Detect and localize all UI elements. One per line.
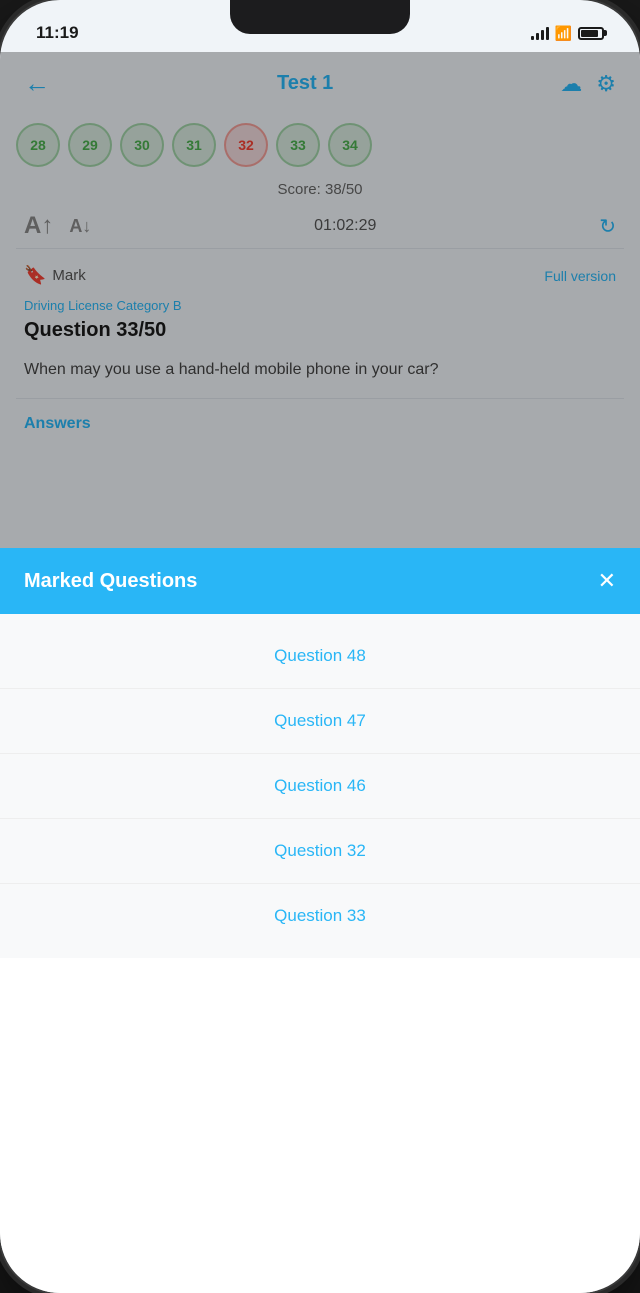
marked-question-item-48[interactable]: Question 48: [0, 624, 640, 689]
marked-question-item-33[interactable]: Question 33: [0, 884, 640, 948]
modal-body: Question 48 Question 47 Question 46 Ques…: [0, 614, 640, 958]
modal-overlay[interactable]: Marked Questions ✕ Question 48 Question …: [0, 52, 640, 1293]
status-icons: 📶: [531, 25, 604, 42]
phone-screen: 11:19 📶 ← Test 1 ☁: [0, 0, 640, 1293]
modal-header: Marked Questions ✕: [0, 548, 640, 614]
notch: [230, 0, 410, 34]
wifi-icon: 📶: [555, 25, 572, 42]
battery-icon: [578, 27, 604, 40]
phone-frame: 11:19 📶 ← Test 1 ☁: [0, 0, 640, 1293]
marked-questions-modal: Marked Questions ✕ Question 48 Question …: [0, 548, 640, 1293]
signal-icon: [531, 26, 549, 40]
marked-question-item-46[interactable]: Question 46: [0, 754, 640, 819]
marked-question-item-47[interactable]: Question 47: [0, 689, 640, 754]
marked-question-item-32[interactable]: Question 32: [0, 819, 640, 884]
status-time: 11:19: [36, 23, 79, 43]
modal-close-button[interactable]: ✕: [598, 568, 616, 594]
modal-title: Marked Questions: [24, 570, 197, 593]
app-content: ← Test 1 ☁ ⚙ 28 29 30 31: [0, 52, 640, 1293]
